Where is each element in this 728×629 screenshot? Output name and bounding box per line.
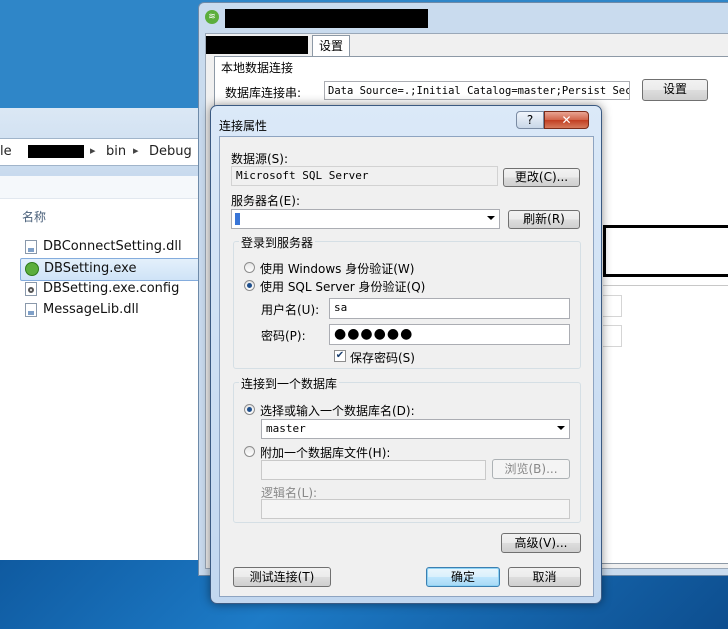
file-row[interactable]: DBSetting.exe <box>20 258 200 281</box>
database-group-title: 连接到一个数据库 <box>239 375 340 392</box>
address-bar[interactable]: le ▸ bin ▸ Debug <box>0 138 206 166</box>
conn-string-label: 数据库连接串: <box>225 86 302 100</box>
help-icon: ? <box>516 111 544 129</box>
select-db-radio[interactable] <box>244 404 255 415</box>
database-combobox[interactable]: master <box>261 419 570 439</box>
sql-auth-radio[interactable] <box>244 280 255 291</box>
tab-settings[interactable]: 设置 <box>312 35 350 57</box>
column-header-name[interactable]: 名称 <box>22 208 46 225</box>
file-name: MessageLib.dll <box>43 302 139 317</box>
attach-db-label[interactable]: 附加一个数据库文件(H): <box>260 444 390 461</box>
windows-auth-label[interactable]: 使用 Windows 身份验证(W) <box>260 260 414 277</box>
file-name: DBConnectSetting.dll <box>43 239 182 254</box>
chevron-down-icon[interactable] <box>487 216 495 220</box>
save-password-label[interactable]: 保存密码(S) <box>350 349 415 366</box>
window-title-redacted <box>225 9 428 28</box>
browse-button[interactable]: 浏览(B)... <box>492 459 570 479</box>
cancel-button[interactable]: 取消 <box>508 567 581 587</box>
test-connection-button[interactable]: 测试连接(T) <box>233 567 331 587</box>
checkmark-icon: ✔ <box>335 350 345 361</box>
hidden-field[interactable] <box>603 325 622 347</box>
file-row[interactable]: DBConnectSetting.dll <box>20 237 198 258</box>
close-icon: ✕ <box>561 113 572 127</box>
file-name: DBSetting.exe.config <box>43 281 180 296</box>
redacted-box <box>603 225 728 277</box>
hidden-field[interactable] <box>603 295 622 317</box>
datasource-field: Microsoft SQL Server <box>231 166 498 186</box>
sql-auth-label[interactable]: 使用 SQL Server 身份验证(Q) <box>260 278 425 295</box>
divider <box>603 285 728 286</box>
explorer-chrome: le ▸ bin ▸ Debug <box>0 108 210 177</box>
datasource-value: Microsoft SQL Server <box>236 169 369 182</box>
file-row[interactable]: DBSetting.exe.config <box>20 279 198 300</box>
ok-button[interactable]: 确定 <box>426 567 500 587</box>
breadcrumb-separator[interactable]: ▸ <box>90 144 96 157</box>
server-label: 服务器名(E): <box>231 194 300 208</box>
local-connection-group-label: 本地数据连接 <box>221 61 294 75</box>
dll-file-icon <box>25 303 37 317</box>
dialog-title: 连接属性 <box>219 119 268 133</box>
connection-properties-dialog: 连接属性 ? ✕ 数据源(S): Microsoft SQL Server 更改… <box>210 105 602 604</box>
username-input[interactable]: sa <box>329 298 570 319</box>
attach-file-input[interactable] <box>261 460 486 480</box>
file-name: DBSetting.exe <box>44 261 137 276</box>
logical-name-input[interactable] <box>261 499 570 519</box>
app-exe-icon <box>25 262 39 276</box>
username-label: 用户名(U): <box>261 303 320 317</box>
explorer-toolbar <box>0 176 210 199</box>
close-button[interactable]: ✕ <box>544 111 589 129</box>
dialog-body: 数据源(S): Microsoft SQL Server 更改(C)... 服务… <box>219 136 594 597</box>
datasource-label: 数据源(S): <box>231 152 289 166</box>
select-db-label[interactable]: 选择或输入一个数据库名(D): <box>260 402 415 419</box>
login-group-title: 登录到服务器 <box>239 234 316 251</box>
password-input[interactable]: ●●●●●● <box>329 324 570 345</box>
help-button[interactable]: ? <box>516 111 544 129</box>
change-button[interactable]: 更改(C)... <box>503 168 580 187</box>
chevron-down-icon[interactable] <box>557 426 565 430</box>
breadcrumb-separator[interactable]: ▸ <box>133 144 139 157</box>
password-mask: ●●●●●● <box>334 326 414 342</box>
app-icon: ≋ <box>205 10 219 24</box>
attach-db-radio[interactable] <box>244 446 255 457</box>
dll-file-icon <box>25 240 37 254</box>
windows-auth-radio[interactable] <box>244 262 255 273</box>
tab-redacted[interactable] <box>206 36 308 54</box>
password-label: 密码(P): <box>261 329 306 343</box>
breadcrumb-bin[interactable]: bin <box>106 144 126 159</box>
database-value: master <box>266 422 306 435</box>
breadcrumb-redacted[interactable] <box>28 145 84 158</box>
text-caret <box>235 213 240 225</box>
breadcrumb-prefix[interactable]: le <box>0 144 12 159</box>
refresh-button[interactable]: 刷新(R) <box>508 210 580 229</box>
explorer-window: le ▸ bin ▸ Debug 名称 DBConnectSetting.dll… <box>0 108 210 560</box>
advanced-button[interactable]: 高级(V)... <box>501 533 581 553</box>
conn-string-input[interactable]: Data Source=.;Initial Catalog=master;Per… <box>324 81 630 100</box>
config-file-icon <box>25 282 37 296</box>
save-password-checkbox[interactable]: ✔ <box>334 350 346 362</box>
breadcrumb-debug[interactable]: Debug <box>149 144 192 159</box>
file-row[interactable]: MessageLib.dll <box>20 300 198 321</box>
server-combobox[interactable] <box>231 209 500 229</box>
username-value: sa <box>334 301 348 314</box>
setting-button[interactable]: 设置 <box>642 79 708 101</box>
